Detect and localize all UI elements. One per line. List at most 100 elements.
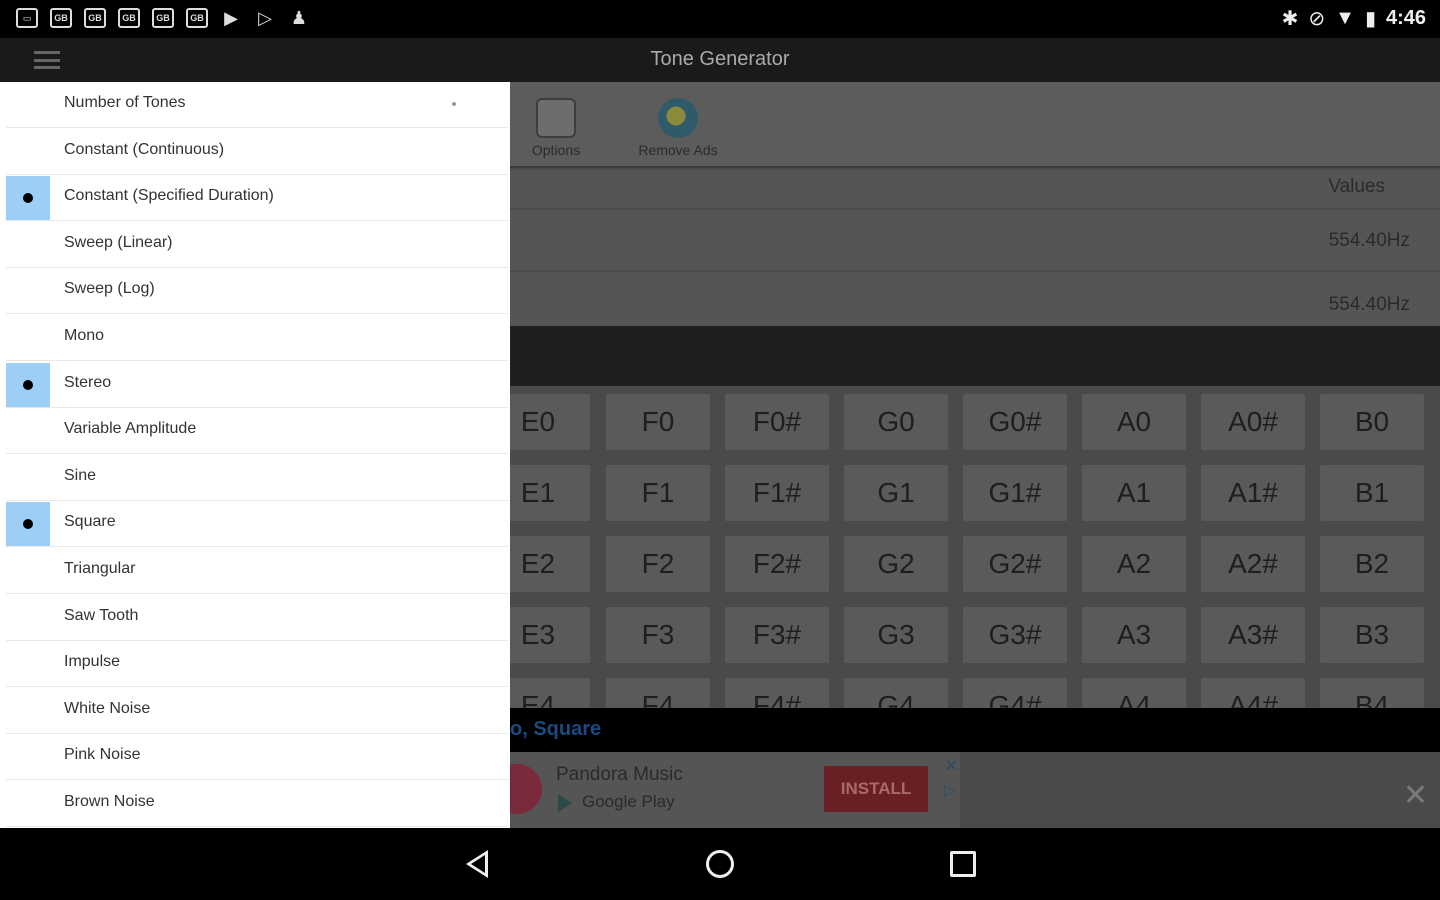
- ad-banner[interactable]: Pandora Music Google Play INSTALL ✕ ▷: [510, 752, 960, 828]
- play-icon: ▷: [258, 7, 272, 28]
- google-play-icon: [558, 794, 572, 812]
- drawer-item[interactable]: Square: [6, 501, 508, 548]
- note-button[interactable]: G0: [844, 394, 948, 450]
- drawer-item-label: Saw Tooth: [64, 606, 139, 624]
- image-icon: ▭: [16, 8, 38, 28]
- radio-icon: [6, 596, 50, 640]
- drawer-item[interactable]: Sine: [6, 455, 508, 501]
- note-button[interactable]: A0#: [1201, 394, 1305, 450]
- drawer-item[interactable]: Number of Tones: [6, 82, 508, 128]
- note-button[interactable]: E2: [510, 536, 590, 592]
- radio-icon: [6, 269, 50, 313]
- install-button[interactable]: INSTALL: [824, 766, 928, 812]
- ad-choices-icon[interactable]: ▷: [944, 780, 956, 800]
- note-button[interactable]: F4#: [725, 678, 829, 708]
- drawer-item[interactable]: Variable Amplitude: [6, 408, 508, 455]
- note-button[interactable]: B2: [1320, 536, 1424, 592]
- note-button[interactable]: A3#: [1201, 607, 1305, 663]
- note-button[interactable]: B0: [1320, 394, 1424, 450]
- radio-icon: [6, 456, 50, 500]
- note-button[interactable]: F3#: [725, 607, 829, 663]
- notes-grid: E0 F0 F0# G0 G0# A0 A0# B0 E1 F1 F1# G1 G1# A1 A1# B1 E2…: [510, 386, 1440, 708]
- drawer-item[interactable]: Brown Noise: [6, 781, 508, 827]
- options-label: Options: [531, 142, 581, 158]
- radio-icon: [6, 642, 50, 686]
- note-button[interactable]: G1#: [963, 465, 1067, 521]
- scroll-indicator: [452, 102, 456, 106]
- drawer-item-label: Variable Amplitude: [64, 420, 197, 438]
- radio-icon: [6, 223, 50, 267]
- drawer-item[interactable]: Stereo: [6, 362, 508, 408]
- note-button[interactable]: A1#: [1201, 465, 1305, 521]
- drawer-item[interactable]: White Noise: [6, 688, 508, 734]
- note-button[interactable]: G4: [844, 678, 948, 708]
- app-title: Tone Generator: [650, 48, 790, 70]
- note-button[interactable]: B3: [1320, 607, 1424, 663]
- note-button[interactable]: G4#: [963, 678, 1067, 708]
- values-header: Values: [1328, 176, 1385, 197]
- gb-icon: GB: [186, 8, 208, 28]
- note-button[interactable]: A2#: [1201, 536, 1305, 592]
- navigation-bar: [0, 828, 1440, 900]
- drawer-item[interactable]: Saw Tooth: [6, 595, 508, 641]
- note-button[interactable]: E1: [510, 465, 590, 521]
- note-button[interactable]: A4#: [1201, 678, 1305, 708]
- note-button[interactable]: G1: [844, 465, 948, 521]
- ad-close-icon[interactable]: ✕: [945, 756, 958, 776]
- drawer-item-label: Sine: [64, 466, 97, 484]
- note-button[interactable]: G2#: [963, 536, 1067, 592]
- play-store-icon: ▶: [224, 7, 238, 28]
- drawer-item-label: Constant (Continuous): [64, 140, 225, 158]
- note-button[interactable]: A1: [1082, 465, 1186, 521]
- close-icon[interactable]: ✕: [1403, 778, 1428, 813]
- radio-icon: [6, 549, 50, 593]
- drawer-item[interactable]: Sweep (Linear): [6, 222, 508, 268]
- system-icons: ✱ ⊘ ▼ ▮ 4:46: [1282, 6, 1426, 31]
- control-strip: [510, 326, 1440, 386]
- note-button[interactable]: E4: [510, 678, 590, 708]
- divider: [510, 270, 1440, 272]
- drawer-item-label: Square: [64, 513, 116, 531]
- options-button[interactable]: Options: [526, 98, 586, 158]
- note-button[interactable]: G3: [844, 607, 948, 663]
- main-content: Options Remove Ads Values 554.40Hz 554.4…: [510, 82, 1440, 828]
- gb-icon: GB: [118, 8, 140, 28]
- note-button[interactable]: F0#: [725, 394, 829, 450]
- note-button[interactable]: F3: [606, 607, 710, 663]
- frequency-value: 554.40Hz: [1328, 294, 1410, 315]
- divider: [510, 208, 1440, 210]
- drawer-item-label: Mono: [64, 327, 105, 344]
- note-button[interactable]: B4: [1320, 678, 1424, 708]
- note-button[interactable]: F0: [606, 394, 710, 450]
- drawer-item[interactable]: Sweep (Log): [6, 268, 508, 315]
- note-button[interactable]: F2: [606, 536, 710, 592]
- note-button[interactable]: E3: [510, 607, 590, 663]
- note-button[interactable]: F2#: [725, 536, 829, 592]
- radio-icon: [6, 409, 50, 453]
- home-icon[interactable]: [706, 850, 734, 878]
- note-button[interactable]: A3: [1082, 607, 1186, 663]
- note-button[interactable]: A2: [1082, 536, 1186, 592]
- drawer-item[interactable]: Impulse: [6, 641, 508, 688]
- note-button[interactable]: A0: [1082, 394, 1186, 450]
- note-button[interactable]: E0: [510, 394, 590, 450]
- note-button[interactable]: G3#: [963, 607, 1067, 663]
- note-button[interactable]: B1: [1320, 465, 1424, 521]
- note-button[interactable]: F1#: [725, 465, 829, 521]
- note-button[interactable]: F1: [606, 465, 710, 521]
- gb-icon: GB: [84, 8, 106, 28]
- drawer-item[interactable]: Pink Noise: [6, 734, 508, 781]
- note-button[interactable]: F4: [606, 678, 710, 708]
- android-icon: ♟: [290, 7, 308, 28]
- drawer-item-label: Triangular: [64, 560, 136, 577]
- remove-ads-button[interactable]: Remove Ads: [628, 98, 728, 158]
- note-button[interactable]: A4: [1082, 678, 1186, 708]
- drawer-item[interactable]: Constant (Specified Duration): [6, 175, 508, 222]
- drawer-item[interactable]: Triangular: [6, 548, 508, 594]
- note-button[interactable]: G0#: [963, 394, 1067, 450]
- recents-icon[interactable]: [950, 851, 976, 877]
- back-icon[interactable]: [466, 850, 488, 878]
- note-button[interactable]: G2: [844, 536, 948, 592]
- drawer-item[interactable]: Mono: [6, 315, 508, 361]
- drawer-item[interactable]: Constant (Continuous): [6, 129, 508, 175]
